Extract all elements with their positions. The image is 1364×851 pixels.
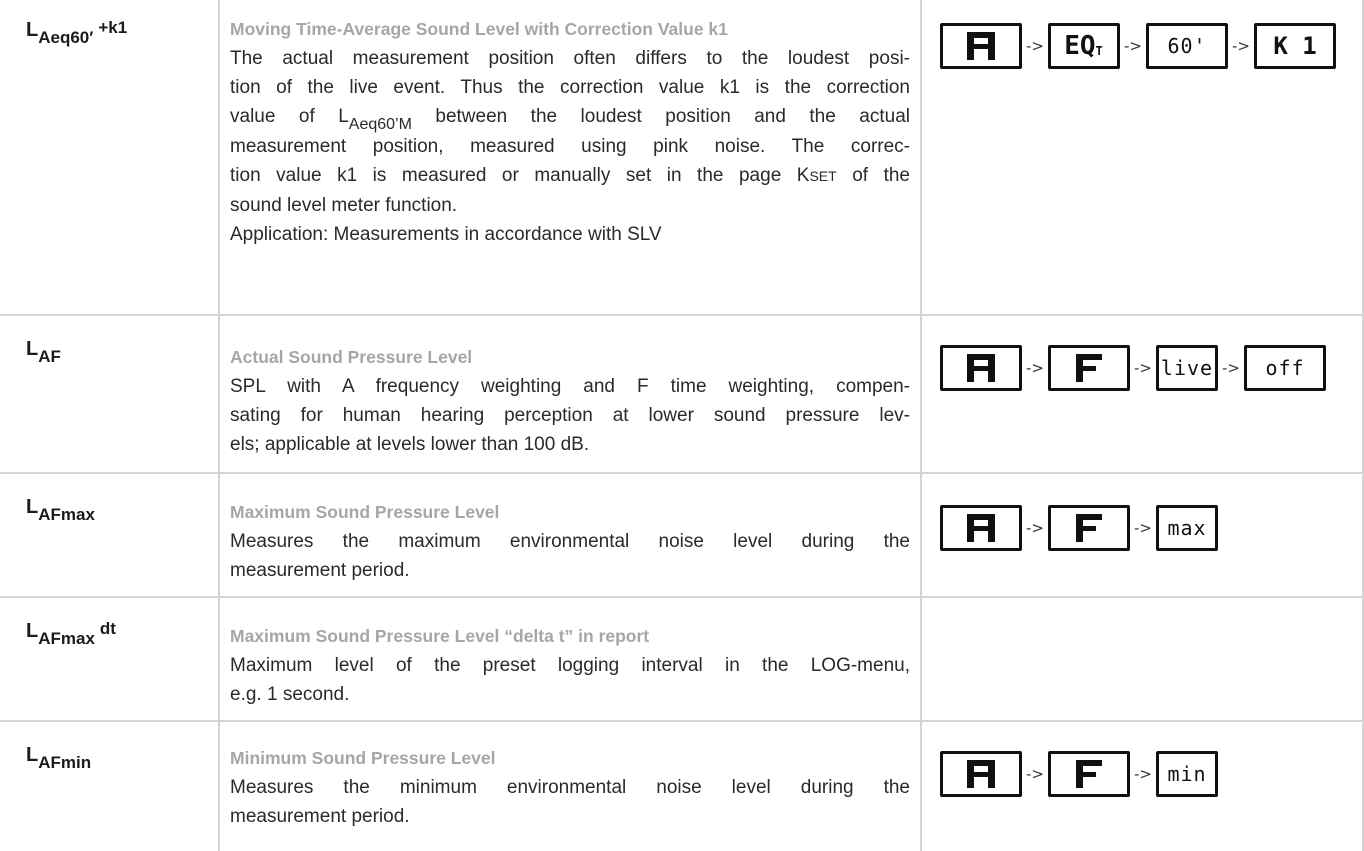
row-divider (0, 596, 1364, 598)
lcd-key-max: max (1156, 505, 1218, 551)
description-line: measurement period. (230, 806, 410, 827)
a-weighting-icon (967, 354, 995, 382)
key-sequence: -> -> live -> off (940, 344, 1326, 392)
description-line: measurement period. (230, 560, 410, 581)
description-line: e.g. 1 second. (230, 684, 350, 705)
row-divider (0, 472, 1364, 474)
lcd-key-f (1048, 345, 1130, 391)
arrow-icon: -> (1232, 37, 1250, 55)
description-line: Measures the maximum environmental noise… (230, 531, 910, 552)
param-name: LAFmaxdt (26, 619, 116, 648)
arrow-icon: -> (1134, 765, 1152, 783)
lcd-key-a (940, 345, 1022, 391)
description-line: Maximum level of the preset logging inte… (230, 655, 910, 676)
key-sequence: -> -> max (940, 504, 1218, 552)
description-title: Actual Sound Pressure Level (230, 347, 473, 367)
lcd-key-a (940, 505, 1022, 551)
lcd-key-60: 60' (1146, 23, 1228, 69)
lcd-key-live: live (1156, 345, 1218, 391)
lcd-key-f (1048, 505, 1130, 551)
f-weighting-icon (1076, 760, 1102, 788)
description-title: Minimum Sound Pressure Level (230, 748, 496, 768)
arrow-icon: -> (1026, 519, 1044, 537)
param-name: LAFmax (26, 496, 95, 524)
description: Minimum Sound Pressure Level Measures th… (230, 744, 910, 831)
description-line: sating for human hearing perception at l… (230, 405, 910, 426)
description: Moving Time-Average Sound Level with Cor… (230, 15, 910, 249)
lcd-key-f (1048, 751, 1130, 797)
lcd-key-off: off (1244, 345, 1326, 391)
arrow-icon: -> (1222, 359, 1240, 377)
row-divider (0, 314, 1364, 316)
key-sequence: -> -> min (940, 750, 1218, 798)
key-sequence: -> EQ T -> 60' -> K 1 (940, 22, 1336, 70)
description-line: measurement position, measured using pin… (230, 136, 910, 157)
arrow-icon: -> (1026, 765, 1044, 783)
description: Maximum Sound Pressure Level “delta t” i… (230, 622, 910, 709)
arrow-icon: -> (1026, 37, 1044, 55)
arrow-icon: -> (1134, 519, 1152, 537)
description-line: els; applicable at levels lower than 100… (230, 434, 590, 455)
column-divider (218, 0, 220, 851)
description-line: sound level meter function. (230, 195, 458, 216)
arrow-icon: -> (1124, 37, 1142, 55)
lcd-key-a (940, 23, 1022, 69)
lcd-key-k1: K 1 (1254, 23, 1336, 69)
description-title: Moving Time-Average Sound Level with Cor… (230, 19, 728, 39)
row-divider (0, 720, 1364, 722)
f-weighting-icon (1076, 354, 1102, 382)
description-line: SPL with A frequency weighting and F tim… (230, 376, 910, 397)
description: Actual Sound Pressure Level SPL with A f… (230, 343, 910, 459)
description-line: Application: Measurements in accordance … (230, 224, 662, 245)
param-name: LAeq60′+k1 (26, 18, 128, 47)
arrow-icon: -> (1134, 359, 1152, 377)
description-title: Maximum Sound Pressure Level “delta t” i… (230, 626, 650, 646)
description-line: tion value k1 is measured or manually se… (230, 165, 910, 186)
description: Maximum Sound Pressure Level Measures th… (230, 498, 910, 585)
lcd-key-a (940, 751, 1022, 797)
description-line: Measures the minimum environmental noise… (230, 777, 910, 798)
a-weighting-icon (967, 32, 995, 60)
param-name: LAF (26, 338, 61, 366)
param-name: LAFmin (26, 744, 92, 772)
description-line: value of LAeq60’M between the loudest po… (230, 106, 910, 133)
a-weighting-icon (967, 760, 995, 788)
lcd-key-eq: EQ T (1048, 23, 1120, 69)
a-weighting-icon (967, 514, 995, 542)
description-title: Maximum Sound Pressure Level (230, 502, 500, 522)
lcd-key-min: min (1156, 751, 1218, 797)
description-line: The actual measurement position often di… (230, 48, 910, 69)
description-line: tion of the live event. Thus the correct… (230, 77, 910, 98)
column-divider (920, 0, 922, 851)
f-weighting-icon (1076, 514, 1102, 542)
arrow-icon: -> (1026, 359, 1044, 377)
